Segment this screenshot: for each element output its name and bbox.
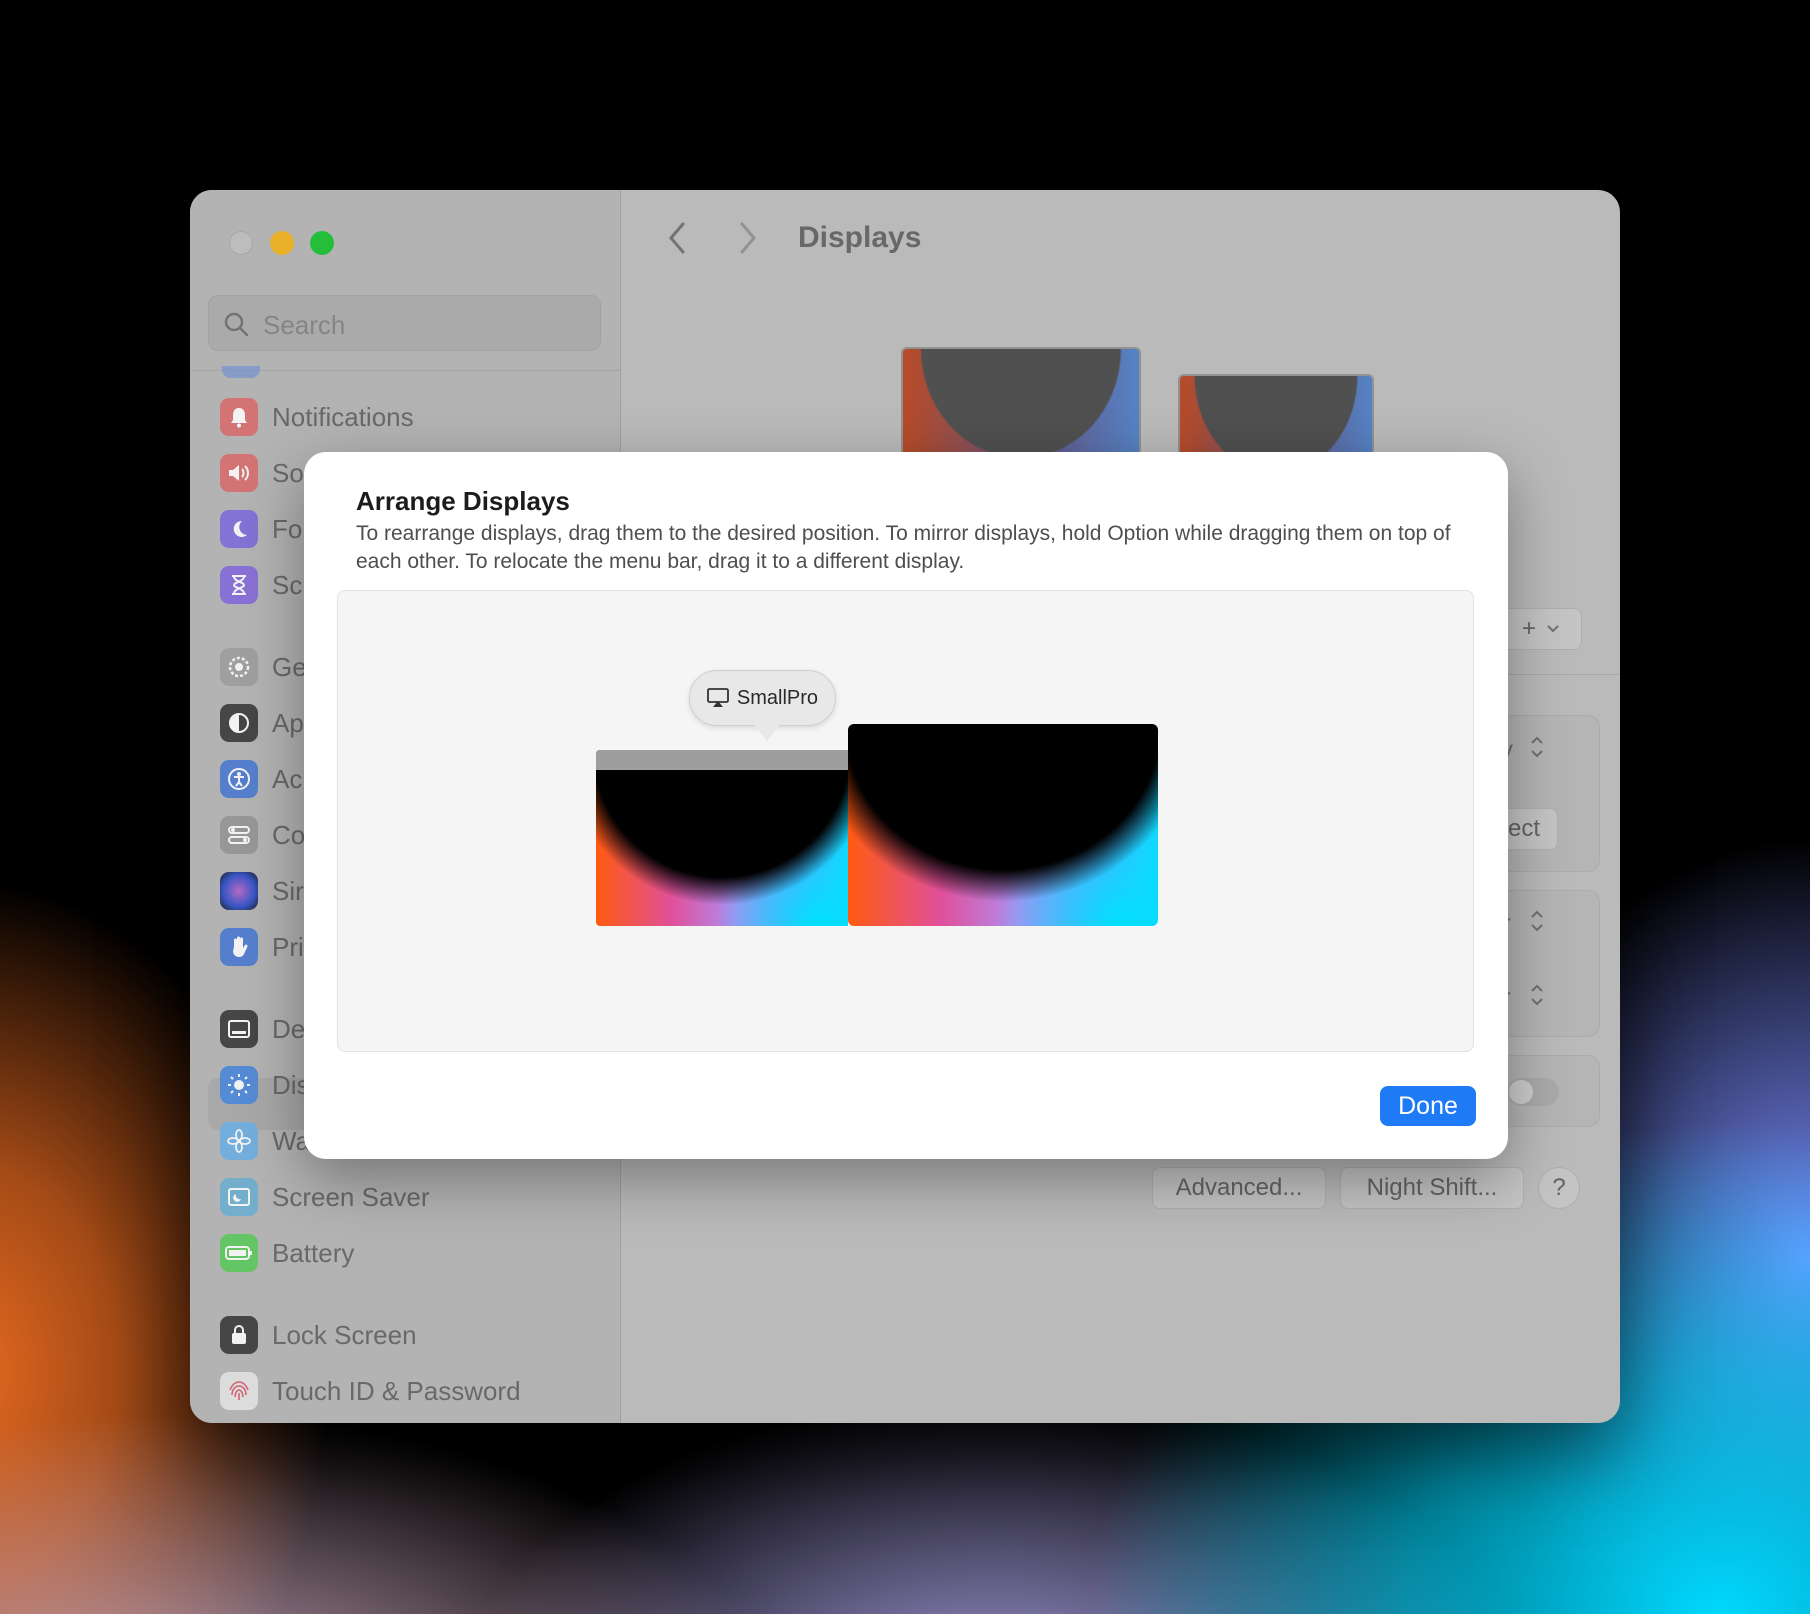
display-main[interactable] — [848, 724, 1158, 926]
sheet-title: Arrange Displays — [356, 486, 570, 516]
display-name-tooltip: SmallPro — [689, 670, 836, 726]
display-smallpro[interactable] — [596, 750, 848, 926]
menu-bar-indicator[interactable] — [596, 750, 848, 770]
desktop-background: { "window": { "title": "Displays" }, "si… — [0, 0, 1810, 1614]
airplay-icon — [707, 688, 729, 707]
done-button[interactable]: Done — [1380, 1086, 1476, 1126]
tooltip-label: SmallPro — [736, 686, 819, 709]
arrange-displays-sheet: Arrange Displays To rearrange displays, … — [304, 452, 1508, 1159]
tooltip-pointer — [753, 723, 781, 741]
sheet-description: To rearrange displays, drag them to the … — [356, 522, 1451, 573]
display-arrangement-area: SmallPro — [337, 590, 1474, 1052]
